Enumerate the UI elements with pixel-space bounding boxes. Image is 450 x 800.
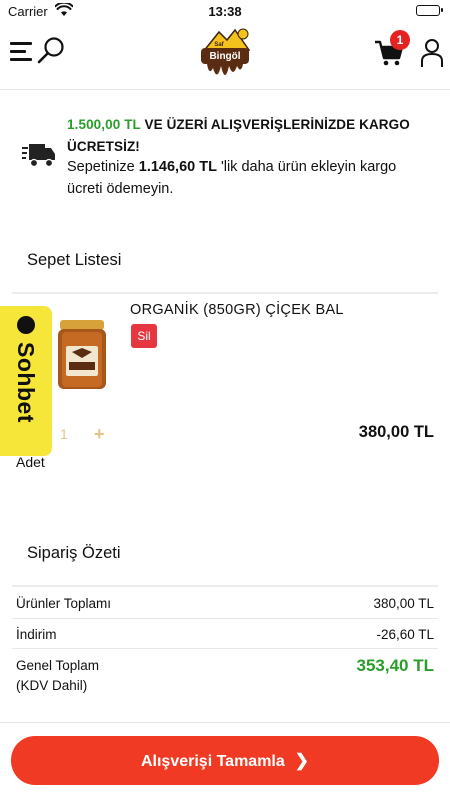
brand-logo[interactable]: Bingöl Saf [197,24,253,86]
shipping-remaining-text: Sepetinize 1.146,60 TL 'lik daha ürün ek… [67,157,432,200]
product-image[interactable] [54,318,110,390]
chevron-right-icon: ❯ [294,751,310,770]
app-header: Bingöl Saf 1 [0,22,450,90]
product-name[interactable]: ORGANİK (850GR) ÇİÇEK BAL [130,302,344,318]
cart-list-title: Sepet Listesi [27,251,122,269]
subtotal-row: Ürünler Toplamı 380,00 TL [16,596,434,611]
user-icon[interactable] [420,38,444,73]
shipping-text: 1.500,00 TL VE ÜZERİ ALIŞVERİŞLERİNİZDE … [67,114,432,200]
checkout-button[interactable]: Alışverişi Tamamla ❯ [11,736,439,785]
divider [12,585,438,587]
search-icon[interactable] [36,36,66,71]
discount-row: İndirim -26,60 TL [16,627,434,642]
discount-value: -26,60 TL [376,627,434,642]
divider [12,292,438,294]
divider [12,648,438,649]
status-bar: Carrier 13:38 [0,0,450,22]
truck-icon [22,141,56,174]
product-price: 380,00 TL [358,423,434,441]
chat-label: Sohbet [13,342,39,423]
grand-total-value: 353,40 TL [356,656,435,675]
order-summary-title: Sipariş Özeti [27,544,121,562]
subtotal-label: Ürünler Toplamı [16,596,112,611]
logo-text-top: Saf [214,42,224,48]
menu-icon[interactable] [10,42,32,62]
battery-icon [416,5,443,16]
quantity-value[interactable]: 1 [60,426,68,442]
discount-label: İndirim [16,627,57,642]
chat-tab[interactable]: Sohbet [0,306,52,456]
footer-divider [0,722,450,723]
grand-total-label: Genel Toplam (KDV Dahil) [16,656,99,696]
quantity-increase-button[interactable]: + [94,424,105,445]
logo-text: Bingöl [209,51,240,62]
shipping-threshold: 1.500,00 TL [67,117,141,132]
shipping-remaining-amount: 1.146,60 TL [138,159,217,175]
clock: 13:38 [208,4,242,19]
grand-total-label-line1: Genel Toplam [16,658,100,673]
subtotal-value: 380,00 TL [373,596,434,611]
chat-icon [17,316,35,334]
shipping-prefix: Sepetinize [67,159,135,175]
cart-count-badge[interactable]: 1 [390,30,410,50]
remove-item-button[interactable]: Sil [131,324,157,348]
checkout-label: Alışverişi Tamamla [140,753,285,770]
quantity-unit: Adet [16,454,45,470]
grand-total-label-line2: (KDV Dahil) [16,678,88,693]
divider [12,618,438,619]
shipping-headline: 1.500,00 TL VE ÜZERİ ALIŞVERİŞLERİNİZDE … [67,114,432,157]
